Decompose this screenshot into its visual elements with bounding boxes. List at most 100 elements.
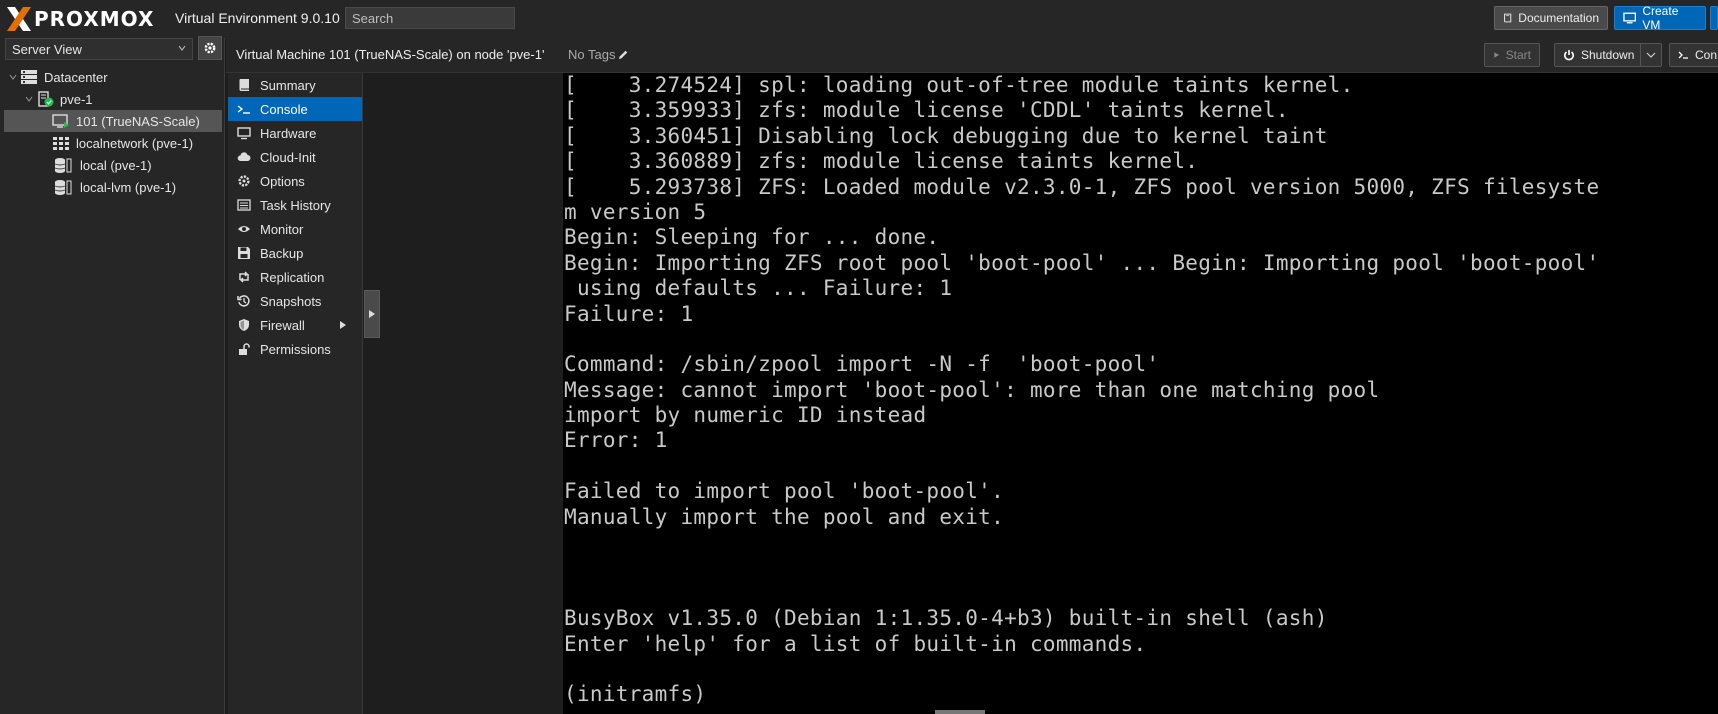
menu-item-label: Monitor xyxy=(260,221,304,237)
datacenter-icon xyxy=(21,70,37,84)
menu-item-replication[interactable]: Replication xyxy=(228,265,362,289)
pencil-icon[interactable] xyxy=(617,49,629,61)
menu-item-console[interactable]: Console xyxy=(228,97,362,121)
menu-item-backup[interactable]: Backup xyxy=(228,241,362,265)
menu-item-snapshots[interactable]: Snapshots xyxy=(228,289,362,313)
unlock-icon xyxy=(239,343,250,355)
chevron-down-icon xyxy=(178,45,186,51)
terminal-icon xyxy=(237,105,250,114)
console-line: Message: cannot import 'boot-pool': more… xyxy=(564,377,1380,402)
console-line: [ 3.359933] zfs: module license 'CDDL' t… xyxy=(564,98,1289,123)
tree-node-label: 101 (TrueNAS-Scale) xyxy=(76,113,200,129)
menu-item-firewall[interactable]: Firewall xyxy=(228,313,362,337)
menu-item-cloud-init[interactable]: Cloud-Init xyxy=(228,145,362,169)
console-button[interactable]: Con xyxy=(1669,43,1718,67)
search-input[interactable] xyxy=(345,7,515,29)
list-icon xyxy=(237,199,251,211)
cloud-icon xyxy=(237,152,251,161)
book-icon xyxy=(1504,13,1512,23)
page-title: Virtual Machine 101 (TrueNAS-Scale) on n… xyxy=(236,47,545,62)
menu-item-label: Options xyxy=(260,173,305,189)
tree-node-label: pve-1 xyxy=(60,91,93,107)
start-label: Start xyxy=(1505,48,1531,62)
create-ct-button[interactable] xyxy=(1710,6,1718,30)
menu-item-label: Firewall xyxy=(260,317,305,333)
documentation-button[interactable]: Documentation xyxy=(1494,6,1608,30)
eye-icon xyxy=(238,226,250,232)
vm-config-menu: Summary Console Hardware Cloud-Init Opti… xyxy=(228,73,363,714)
view-selector-label: Server View xyxy=(12,42,82,57)
top-bar: PROXMOX Virtual Environment 9.0.10 Docum… xyxy=(0,0,1718,39)
console-line: [ 3.360889] zfs: module license taints k… xyxy=(564,149,1199,174)
menu-item-permissions[interactable]: Permissions xyxy=(228,337,362,361)
storage-icon xyxy=(54,158,72,173)
node-online-icon xyxy=(38,91,54,107)
shutdown-label: Shutdown xyxy=(1581,48,1635,62)
menu-item-label: Summary xyxy=(260,77,316,93)
tags-editor[interactable]: No Tags xyxy=(568,47,629,62)
console-label: Con xyxy=(1695,48,1718,62)
console-margin xyxy=(363,73,563,714)
novnc-sidebar-handle[interactable] xyxy=(364,290,380,338)
shutdown-button[interactable]: Shutdown xyxy=(1554,43,1662,67)
console-line: Failed to import pool 'boot-pool'. xyxy=(564,479,1005,504)
menu-item-label: Cloud-Init xyxy=(260,149,316,165)
proxmox-logo[interactable]: PROXMOX xyxy=(6,6,154,32)
proxmox-x-icon xyxy=(7,7,31,31)
power-icon xyxy=(1564,50,1574,61)
menu-item-task-history[interactable]: Task History xyxy=(228,193,362,217)
monitor-icon xyxy=(237,127,251,140)
menu-item-label: Task History xyxy=(260,197,331,213)
tree-node-pve-1[interactable]: pve-1 xyxy=(24,88,222,110)
menu-item-label: Backup xyxy=(260,245,304,261)
tree-node-label: localnetwork (pve-1) xyxy=(76,135,194,151)
tree-node-localnetwork[interactable]: localnetwork (pve-1) xyxy=(52,132,222,154)
logo-wordmark: PROXMOX xyxy=(34,7,155,31)
tags-label: No Tags xyxy=(568,47,616,62)
history-icon xyxy=(237,295,250,307)
console-line: [ 5.293738] ZFS: Loaded module v2.3.0-1,… xyxy=(564,174,1600,199)
terminal-icon xyxy=(1678,51,1688,59)
chevron-right-icon xyxy=(340,321,346,329)
create-vm-button[interactable]: Create VM xyxy=(1614,4,1706,32)
console-line: BusyBox v1.35.0 (Debian 1:1.35.0-4+b3) b… xyxy=(564,606,1328,631)
console-output: [ 3.274524] spl: loading out-of-tree mod… xyxy=(563,73,1718,708)
chevron-right-icon xyxy=(369,310,375,318)
tree-node-local-lvm[interactable]: local-lvm (pve-1) xyxy=(52,176,222,198)
gear-icon xyxy=(204,42,216,54)
menu-item-label: Replication xyxy=(260,269,325,285)
tree-node-vm-101[interactable]: 101 (TrueNAS-Scale) xyxy=(4,110,222,132)
tree-node-label: local-lvm (pve-1) xyxy=(80,179,177,195)
tree-node-label: local (pve-1) xyxy=(80,157,152,173)
menu-item-summary[interactable]: Summary xyxy=(228,73,362,97)
chevron-down-icon[interactable] xyxy=(8,72,18,82)
horizontal-scrollbar-thumb[interactable] xyxy=(935,710,985,714)
shutdown-menu-trigger[interactable] xyxy=(1640,44,1661,66)
tree-node-datacenter[interactable]: Datacenter xyxy=(8,66,222,88)
menu-item-monitor[interactable]: Monitor xyxy=(228,217,362,241)
menu-item-options[interactable]: Options xyxy=(228,169,362,193)
console-line: Error: 1 xyxy=(564,428,668,453)
console-line: Begin: Importing ZFS root pool 'boot-poo… xyxy=(564,250,1600,275)
start-button[interactable]: Start xyxy=(1484,43,1540,67)
console-line: [ 3.274524] spl: loading out-of-tree mod… xyxy=(564,73,1354,97)
play-icon xyxy=(1494,52,1499,58)
tree-settings-button[interactable] xyxy=(198,36,222,60)
vm-console-screen[interactable]: [ 3.274524] spl: loading out-of-tree mod… xyxy=(563,73,1718,714)
view-selector[interactable]: Server View xyxy=(5,38,193,60)
monitor-icon xyxy=(1623,12,1637,24)
menu-item-label: Permissions xyxy=(260,341,331,357)
chevron-down-icon[interactable] xyxy=(24,94,34,104)
shield-icon xyxy=(239,319,249,331)
tree-node-local[interactable]: local (pve-1) xyxy=(52,154,222,176)
menu-item-hardware[interactable]: Hardware xyxy=(228,121,362,145)
book-icon xyxy=(239,79,249,91)
floppy-icon xyxy=(238,247,250,259)
menu-item-label: Console xyxy=(260,101,308,117)
